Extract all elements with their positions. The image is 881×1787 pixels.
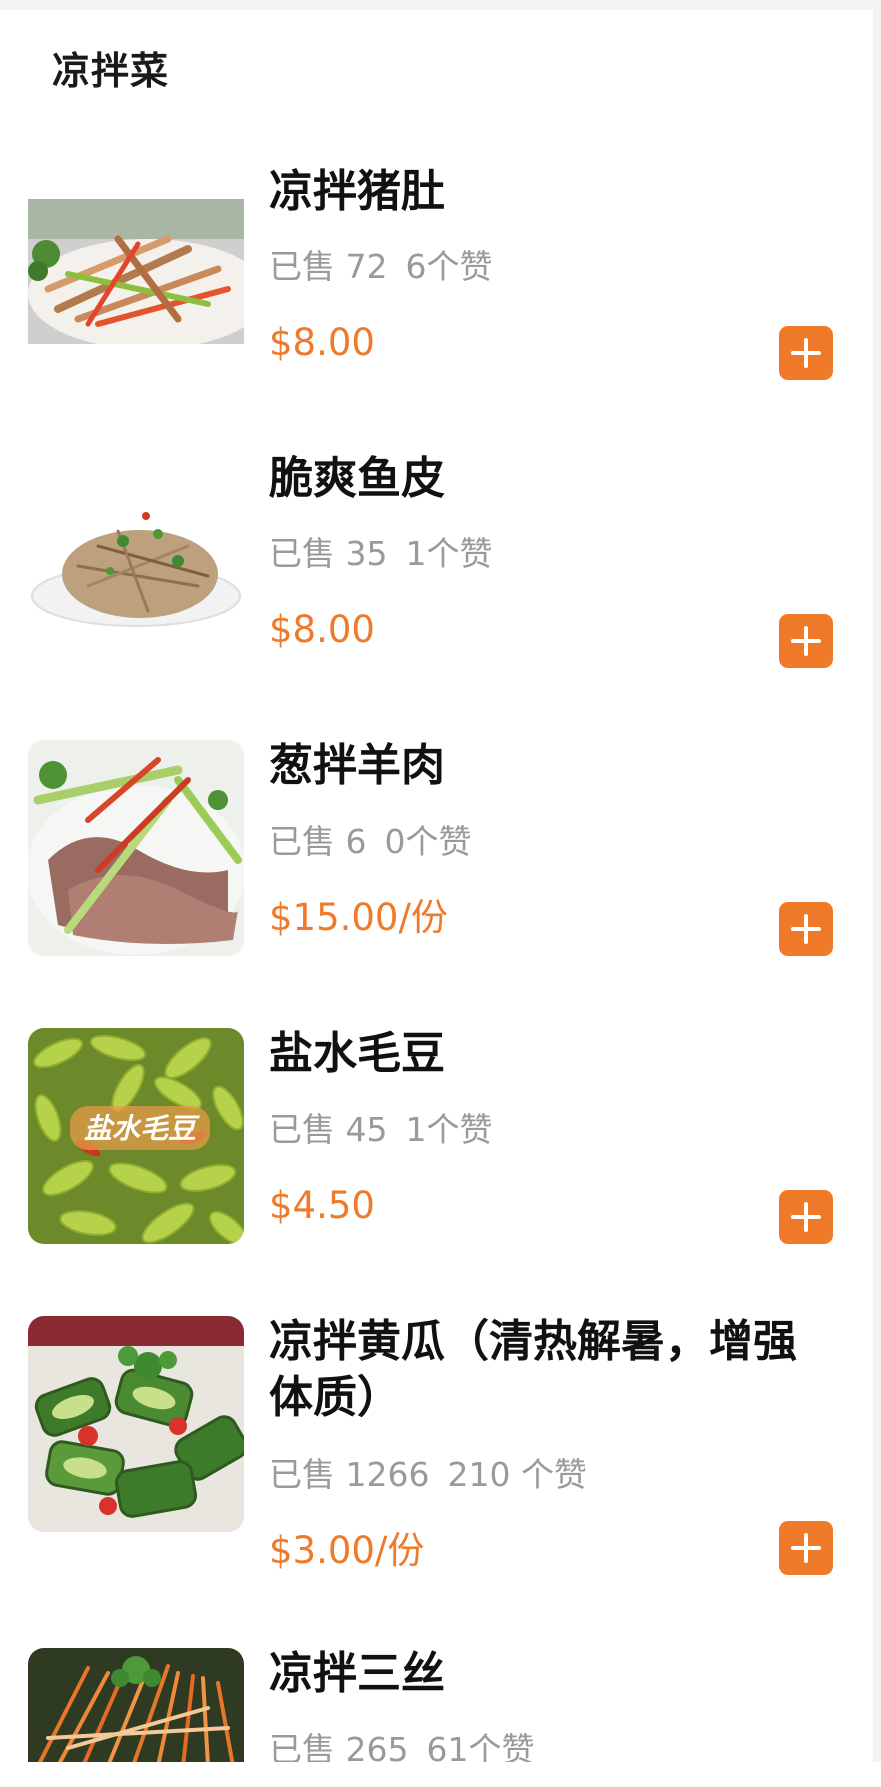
dish-image[interactable] [28,199,244,344]
right-edge-strip [873,0,881,1787]
dish-name: 凉拌三丝 [269,1648,445,1699]
dish-image[interactable] [28,486,244,632]
dish-price: $8.00 [269,608,375,651]
dish-name: 盐水毛豆 [269,1028,445,1079]
dish-price: $3.00/份 [269,1529,425,1572]
like-count: 1个赞 [405,1110,493,1149]
sold-count: 已售 1266 [269,1455,430,1494]
list-bottom-clip [0,1762,881,1787]
sold-count: 已售 45 [269,1110,388,1149]
dish-price: $15.00/份 [269,896,448,939]
dish-meta: 已售 35 1个赞 [269,534,492,574]
dish-name: 凉拌黄瓜（清热解暑，增强体质） [269,1316,797,1423]
like-count: 0个赞 [384,822,472,861]
dish-image[interactable] [28,1648,244,1766]
dish-meta: 已售 72 6个赞 [269,247,492,287]
sold-count: 已售 6 [269,822,367,861]
category-title: 凉拌菜 [52,49,170,93]
like-count: 1个赞 [405,534,493,573]
dish-name: 葱拌羊肉 [269,740,445,791]
dish-meta: 已售 45 1个赞 [269,1110,492,1150]
add-to-cart-button[interactable] [779,1521,833,1575]
sold-count: 已售 35 [269,534,388,573]
dish-meta: 已售 1266 210 个赞 [269,1455,587,1495]
add-to-cart-button[interactable] [779,614,833,668]
dish-name: 脆爽鱼皮 [269,453,445,504]
like-count: 6个赞 [405,247,493,286]
add-to-cart-button[interactable] [779,902,833,956]
dish-price: $8.00 [269,321,375,364]
dish-name: 凉拌猪肚 [269,166,445,217]
dish-image[interactable] [28,740,244,956]
image-caption: 盐水毛豆 [84,1112,200,1145]
add-to-cart-button[interactable] [779,326,833,380]
like-count: 210 个赞 [447,1455,587,1494]
dish-meta: 已售 6 0个赞 [269,822,472,862]
add-to-cart-button[interactable] [779,1190,833,1244]
sold-count: 已售 72 [269,247,388,286]
dish-image[interactable]: 盐水毛豆 [28,1028,244,1244]
dish-price: $4.50 [269,1184,375,1227]
dish-image[interactable] [28,1316,244,1532]
top-strip [0,0,881,10]
